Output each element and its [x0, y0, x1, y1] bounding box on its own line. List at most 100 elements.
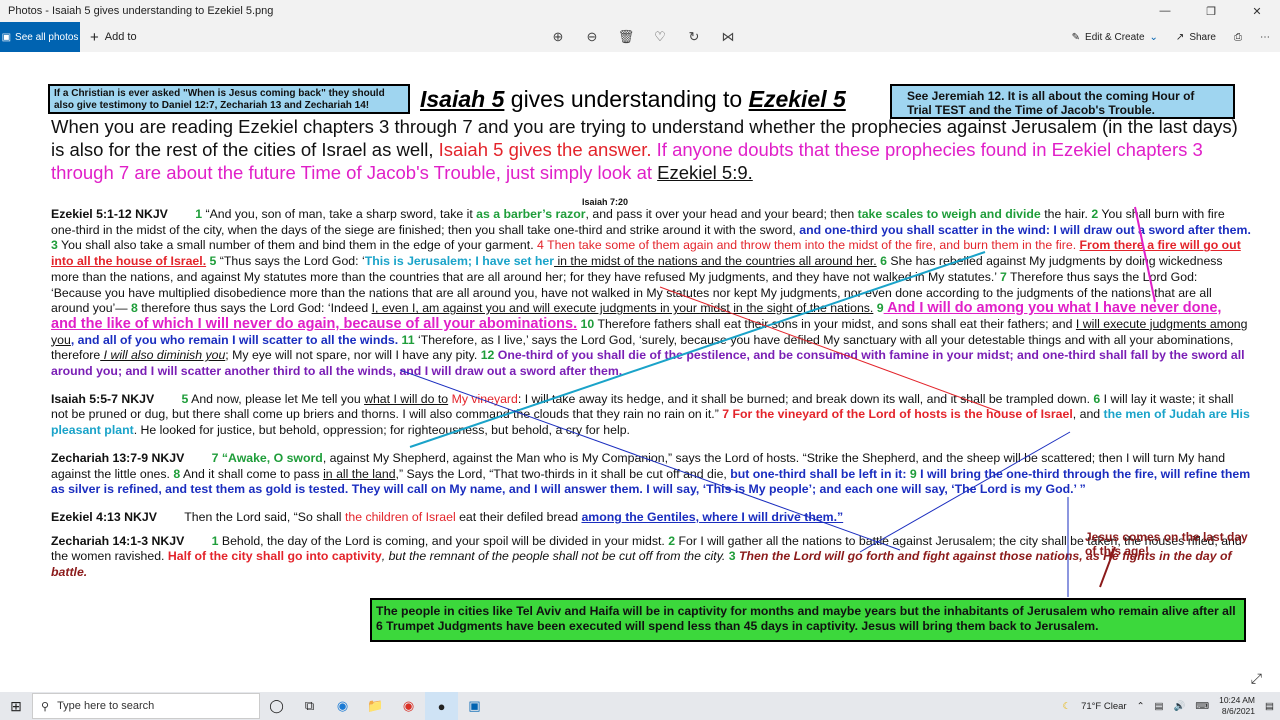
passage-ref: Zechariah 13:7-9 NKJV — [51, 450, 185, 465]
plus-icon: + — [90, 28, 99, 46]
zoom-out-icon[interactable]: ⊖ — [582, 29, 602, 45]
verse-number: 6 — [876, 254, 887, 269]
print-icon[interactable]: ⎙ — [1234, 32, 1242, 43]
verse-text: . He looked for justice, but behold, opp… — [133, 423, 630, 438]
intro-ezekiel-ref: Ezekiel 5:9. — [657, 162, 753, 183]
verse-text: , and pass it over your head and your be… — [585, 207, 858, 221]
zoom-in-icon[interactable]: ⊕ — [548, 29, 568, 45]
verse-text: ; My eye will not spare, nor will I have… — [225, 348, 481, 363]
obs-icon[interactable]: ● — [425, 692, 458, 720]
jesus-comes-note: Jesus comes on the last day of this age! — [1085, 530, 1248, 558]
verse-text: the children of Israel — [344, 509, 456, 524]
verse-text: the hair. — [1040, 207, 1092, 221]
add-to-label: Add to — [104, 31, 137, 43]
verse-text: , and — [1072, 407, 1104, 422]
photos-icon: ▣ — [1, 31, 12, 43]
search-placeholder: Type here to search — [57, 700, 155, 712]
verse-text: therefore thus says the Lord God: ‘Indee… — [137, 301, 372, 316]
close-button[interactable]: ✕ — [1234, 0, 1280, 22]
verse-text: but one-third shall be left in it: — [730, 466, 907, 481]
title-middle: gives understanding to — [504, 86, 749, 112]
share-label: Share — [1189, 31, 1216, 43]
verse-text: ” Says the Lord, “That two-thirds in it … — [398, 466, 731, 481]
cortana-icon[interactable]: ◯ — [260, 692, 293, 720]
edit-create-label: Edit & Create — [1085, 31, 1145, 43]
photos-app-icon[interactable]: ▣ — [458, 692, 491, 720]
volume-icon[interactable]: 🔊 — [1174, 701, 1186, 712]
verse-text: take scales to weigh and divide — [857, 207, 1041, 221]
chrome-icon[interactable]: ◉ — [392, 692, 425, 720]
verse-text: I, even I, am against you and will execu… — [371, 301, 874, 316]
scripture-body: Ezekiel 5:1-12 NKJV 1 “And you, son of m… — [51, 207, 1251, 589]
captivity-note-box: The people in cities like Tel Aviv and H… — [370, 598, 1246, 642]
verse-text: You shall also take a small number of th… — [57, 238, 538, 253]
edge-icon[interactable]: ◉ — [326, 692, 359, 720]
taskbar-search-input[interactable]: ⚲ Type here to search — [32, 693, 260, 719]
weather-text[interactable]: 71°F Clear — [1081, 701, 1127, 712]
verse-text: Therefore fathers shall eat their sons i… — [594, 316, 1076, 331]
window-titlebar: Photos - Isaiah 5 gives understanding to… — [0, 0, 1280, 22]
verse-number: 3 — [728, 549, 736, 564]
verse-text: in the midst of the nations and the coun… — [554, 254, 877, 269]
notification-icon[interactable]: ▤ — [1265, 701, 1274, 712]
verse-text: “Awake, O sword — [218, 450, 323, 465]
network-icon[interactable]: ▤ — [1155, 701, 1164, 712]
verse-number: 9 — [906, 466, 917, 481]
verse-text: as a barber’s razor — [476, 207, 586, 221]
file-explorer-icon[interactable]: 📁 — [359, 692, 392, 720]
verse-number: 12 — [480, 348, 495, 363]
verse-text: My vineyard — [448, 391, 518, 406]
verse-text: among the Gentiles, where I will drive t… — [581, 509, 844, 524]
verse-number: 11 — [398, 332, 415, 347]
verse-text: , and all of you who remain I will scatt… — [70, 332, 399, 347]
start-button[interactable]: ⊞ — [0, 692, 32, 720]
window-title: Photos - Isaiah 5 gives understanding to… — [8, 5, 274, 17]
restore-button[interactable]: ❐ — [1188, 0, 1234, 22]
weather-icon: ☾ — [1062, 700, 1072, 712]
photo-canvas: If a Christian is ever asked "When is Je… — [0, 52, 1280, 692]
isaiah-7-20-note: Isaiah 7:20 — [582, 197, 629, 207]
verse-text: Then the Lord said, “So shall — [184, 509, 345, 524]
title-ezekiel: Ezekiel 5 — [748, 86, 846, 112]
share-button[interactable]: ↗ Share — [1176, 32, 1216, 43]
windows-taskbar: ⊞ ⚲ Type here to search ◯ ⧉ ◉ 📁 ◉ ● ▣ ☾ … — [0, 692, 1280, 720]
task-view-icon[interactable]: ⧉ — [293, 692, 326, 720]
add-to-button[interactable]: + Add to — [90, 29, 137, 46]
heart-icon[interactable]: ♡ — [650, 29, 670, 45]
crop-icon[interactable]: ⋈ — [718, 29, 738, 45]
chevron-down-icon: ⌄ — [1149, 31, 1158, 43]
title-isaiah: Isaiah 5 — [420, 86, 505, 112]
expand-icon[interactable]: ⤢ — [1251, 670, 1262, 687]
daniel-note-box: If a Christian is ever asked "When is Je… — [48, 84, 410, 114]
see-all-photos-button[interactable]: ▣ See all photos — [0, 22, 80, 52]
verse-number: 5 — [206, 254, 217, 269]
page-title: Isaiah 5 gives understanding to Ezekiel … — [420, 86, 846, 113]
verse-text: And it shall come to pass — [180, 466, 324, 481]
isaiah-5-passage: Isaiah 5:5-7 NKJV 5 And now, please let … — [51, 392, 1251, 439]
verse-text: “And you, son of man, take a sharp sword… — [202, 207, 477, 221]
verse-text: what I will do to — [364, 391, 449, 406]
passage-ref: Ezekiel 4:13 NKJV — [51, 509, 157, 524]
windows-logo-icon: ⊞ — [10, 697, 22, 714]
verse-text: This is Jerusalem; I have set her — [364, 254, 555, 269]
language-icon[interactable]: ⌨ — [1195, 701, 1209, 712]
verse-number: 10 — [577, 316, 595, 331]
verse-text: Half of the city shall go into captivity — [167, 549, 382, 564]
clock[interactable]: 10:24 AM 8/6/2021 — [1219, 695, 1255, 717]
edit-create-button[interactable]: ✎ Edit & Create ⌄ — [1072, 32, 1158, 43]
minimize-button[interactable]: — — [1142, 0, 1188, 22]
share-icon: ↗ — [1175, 31, 1185, 43]
passage-ref: Zechariah 14:1-3 NKJV — [51, 533, 185, 548]
zechariah-13-passage: Zechariah 13:7-9 NKJV 7 “Awake, O sword,… — [51, 451, 1251, 498]
verse-text: I will also diminish you — [100, 348, 226, 363]
intro-red-text: Isaiah 5 gives the answer. — [438, 139, 652, 160]
rotate-icon[interactable]: ↻ — [684, 29, 704, 45]
more-options-icon[interactable]: ⋯ — [1260, 32, 1270, 43]
see-all-label: See all photos — [15, 31, 79, 43]
zechariah-14-passage: Zechariah 14:1-3 NKJV 1 Behold, the day … — [51, 534, 1251, 581]
verse-text: 4 Then take some of them again and throw… — [537, 238, 1080, 253]
clock-time: 10:24 AM — [1219, 695, 1256, 705]
chevron-up-icon[interactable]: ⌃ — [1137, 701, 1145, 712]
delete-icon[interactable]: 🗑 — [616, 29, 636, 45]
verse-text: eat their defiled bread — [455, 509, 582, 524]
